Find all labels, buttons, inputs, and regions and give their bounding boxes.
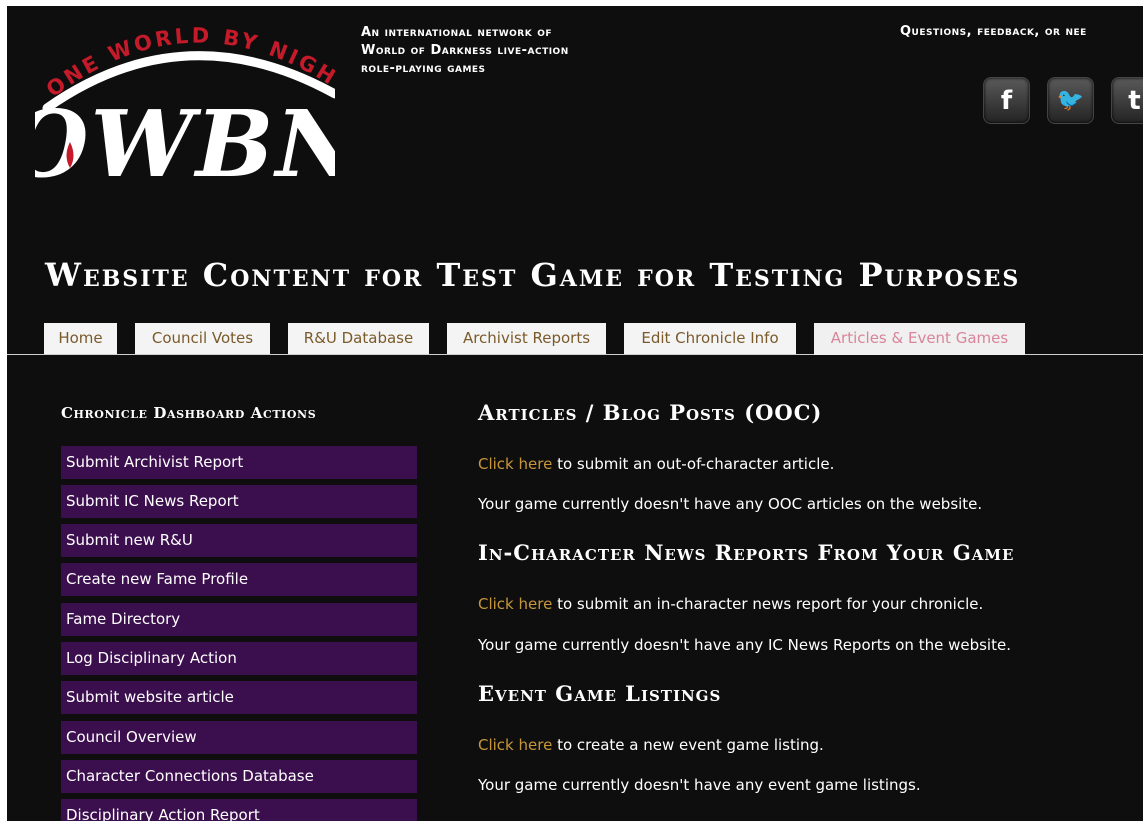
- twitter-icon[interactable]: 🐦: [1047, 77, 1094, 124]
- tab-ru-database[interactable]: R&U Database: [288, 323, 429, 354]
- page: ONE WORLD BY NIGHT OWBN An international…: [7, 6, 1143, 821]
- sidebar-item-log-disciplinary-action[interactable]: Log Disciplinary Action: [61, 642, 417, 675]
- sidebar-item-submit-archivist-report[interactable]: Submit Archivist Report: [61, 446, 417, 479]
- tagline-line-3: role-playing games: [361, 61, 486, 76]
- tab-edit-chronicle-info[interactable]: Edit Chronicle Info: [624, 323, 796, 354]
- tagline-line-2: World of Darkness live-action: [361, 43, 569, 58]
- site-tagline: An international network of World of Dar…: [361, 24, 661, 78]
- ooc-article-cta-text: to submit an out-of-character article.: [552, 455, 835, 473]
- event-game-link[interactable]: Click here: [478, 736, 552, 754]
- ooc-articles-status: Your game currently doesn't have any OOC…: [478, 495, 983, 513]
- ooc-article-cta: Click here to submit an out-of-character…: [478, 455, 834, 473]
- sidebar-item-character-connections-database[interactable]: Character Connections Database: [61, 760, 417, 793]
- section-heading-event-games: Event Game Listings: [478, 681, 722, 706]
- sidebar-heading: Chronicle Dashboard Actions: [61, 404, 317, 422]
- ooc-article-link[interactable]: Click here: [478, 455, 552, 473]
- tumblr-glyph: t: [1128, 85, 1141, 116]
- owbn-logo[interactable]: ONE WORLD BY NIGHT OWBN: [35, 16, 335, 191]
- sidebar-item-disciplinary-action-report[interactable]: Disciplinary Action Report: [61, 799, 417, 821]
- contact-link[interactable]: Questions, feedback, or nee: [900, 24, 1087, 39]
- page-title: Website Content for Test Game for Testin…: [45, 256, 1021, 294]
- facebook-glyph: f: [1000, 85, 1013, 116]
- tab-archivist-reports[interactable]: Archivist Reports: [447, 323, 606, 354]
- event-game-cta-text: to create a new event game listing.: [552, 736, 824, 754]
- tab-council-votes[interactable]: Council Votes: [135, 323, 270, 354]
- tumblr-icon[interactable]: t: [1111, 77, 1143, 124]
- section-heading-ooc-articles: Articles / Blog Posts (OOC): [478, 400, 823, 425]
- sidebar-item-submit-ic-news-report[interactable]: Submit IC News Report: [61, 485, 417, 518]
- tagline-line-1: An international network of: [361, 25, 553, 40]
- logo-letters: OWBN: [35, 90, 335, 191]
- ic-news-cta-text: to submit an in-character news report fo…: [552, 595, 984, 613]
- sidebar-item-council-overview[interactable]: Council Overview: [61, 721, 417, 754]
- section-heading-ic-news: In-Character News Reports From Your Game: [478, 540, 1015, 565]
- tab-articles-event-games[interactable]: Articles & Event Games: [814, 323, 1025, 355]
- sidebar-item-fame-directory[interactable]: Fame Directory: [61, 603, 417, 636]
- nav-tabs: Home Council Votes R&U Database Archivis…: [7, 323, 1143, 355]
- tab-home[interactable]: Home: [44, 323, 117, 354]
- sidebar-item-submit-website-article[interactable]: Submit website article: [61, 681, 417, 714]
- event-game-cta: Click here to create a new event game li…: [478, 736, 824, 754]
- event-games-status: Your game currently doesn't have any eve…: [478, 776, 921, 794]
- sidebar-item-submit-new-ru[interactable]: Submit new R&U: [61, 524, 417, 557]
- ic-news-link[interactable]: Click here: [478, 595, 552, 613]
- sidebar-item-create-fame-profile[interactable]: Create new Fame Profile: [61, 563, 417, 596]
- twitter-glyph: 🐦: [1056, 88, 1085, 113]
- ic-news-status: Your game currently doesn't have any IC …: [478, 636, 1011, 654]
- ic-news-cta: Click here to submit an in-character new…: [478, 595, 983, 613]
- facebook-icon[interactable]: f: [983, 77, 1030, 124]
